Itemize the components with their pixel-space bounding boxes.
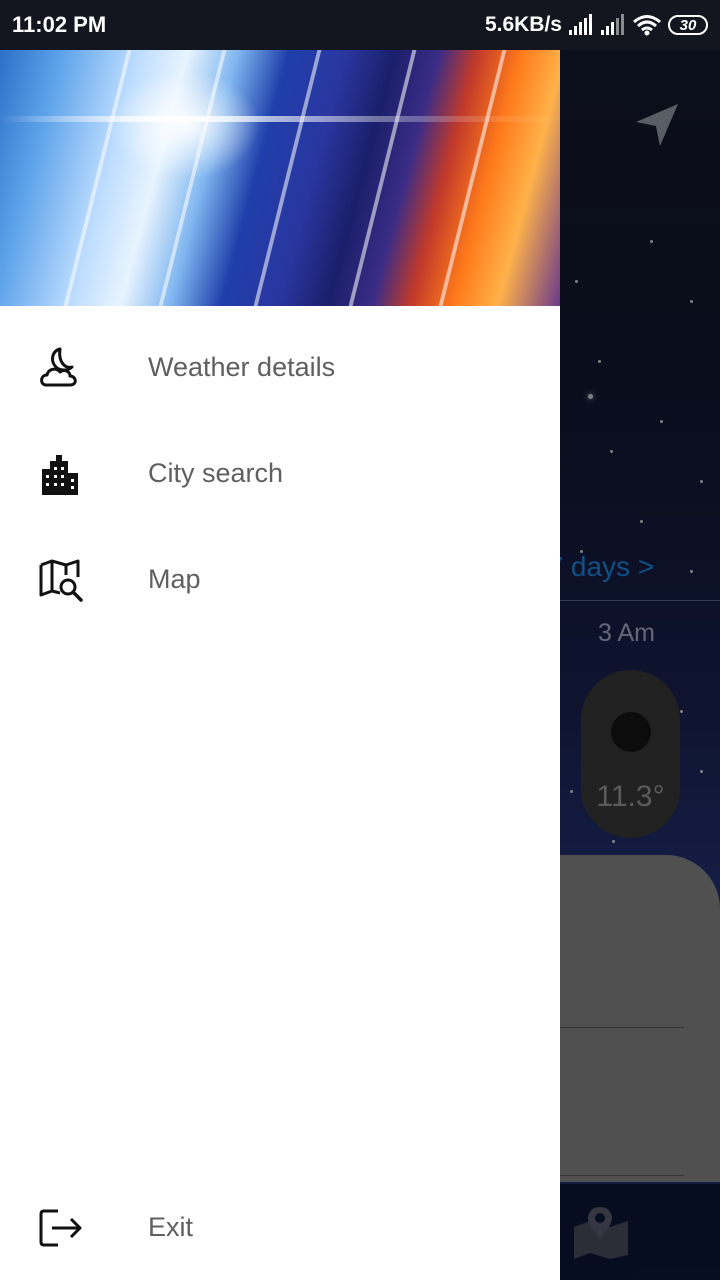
exit-icon — [39, 1209, 82, 1247]
map-search-icon — [39, 559, 83, 602]
signal-icon — [569, 14, 592, 35]
status-indicators: 5.6KB/s 30 — [485, 10, 708, 40]
menu-item-city-search[interactable]: City search — [0, 424, 560, 524]
menu-item-exit[interactable]: Exit — [0, 1178, 560, 1278]
menu-label-exit: Exit — [148, 1212, 194, 1242]
network-speed: 5.6KB/s — [484, 13, 562, 36]
menu-label-map: Map — [148, 564, 201, 594]
battery-icon: 30 — [668, 15, 708, 35]
status-bar: 11:02 PM 5.6KB/s 30 — [0, 0, 720, 50]
menu-label-city-search: City search — [148, 458, 284, 488]
signal-icon-2 — [601, 14, 624, 35]
drawer-scrim[interactable] — [560, 50, 720, 1280]
menu-item-weather-details[interactable]: Weather details — [0, 318, 560, 418]
navigation-drawer: Weather details City search Map Exit — [0, 50, 560, 1280]
status-time: 11:02 PM — [12, 12, 107, 37]
wifi-icon — [633, 15, 661, 36]
drawer-header-image — [0, 50, 560, 306]
city-buildings-icon — [42, 455, 78, 495]
moon-cloud-icon — [40, 347, 77, 387]
battery-level: 30 — [679, 16, 697, 34]
menu-label-weather-details: Weather details — [148, 352, 336, 382]
menu-item-map[interactable]: Map — [0, 530, 560, 630]
